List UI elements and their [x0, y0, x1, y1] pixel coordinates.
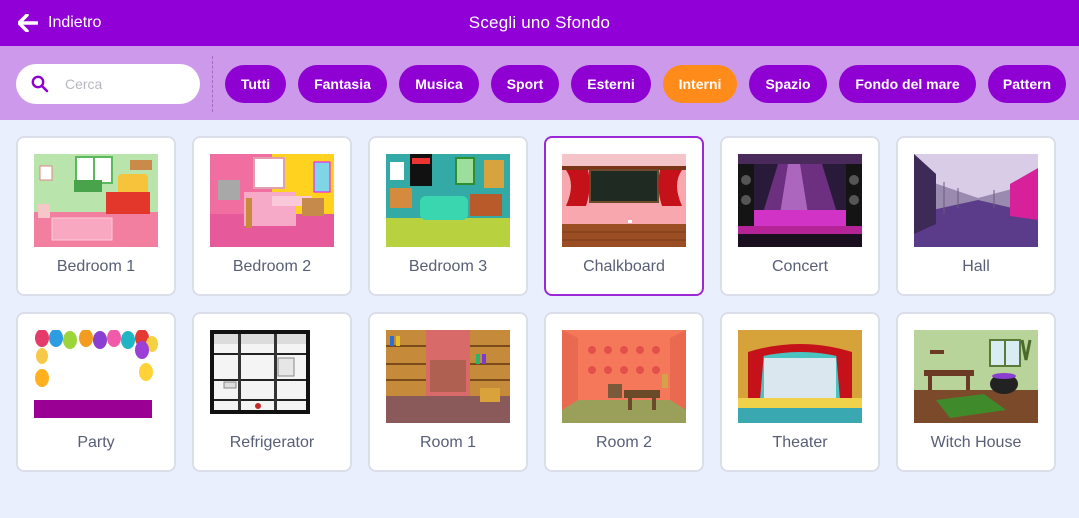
backdrop-name: Hall: [962, 258, 990, 275]
hall-thumbnail: [914, 154, 1038, 247]
tag-pattern[interactable]: Pattern: [988, 65, 1066, 103]
backdrop-card-bedroom-3[interactable]: Bedroom 3: [368, 136, 528, 296]
backdrop-name: Concert: [771, 258, 829, 275]
tag-musica[interactable]: Musica: [399, 65, 479, 103]
tag-esterni[interactable]: Esterni: [571, 65, 651, 103]
backdrop-card-bedroom-2[interactable]: Bedroom 2: [192, 136, 352, 296]
backdrop-card-bedroom-1[interactable]: Bedroom 1: [16, 136, 176, 296]
room-2-thumbnail: [562, 330, 686, 423]
backdrop-name: Bedroom 3: [408, 258, 488, 275]
refrigerator-thumbnail: [210, 330, 334, 423]
bedroom-3-thumbnail: [386, 154, 510, 247]
tag-tutti[interactable]: Tutti: [225, 65, 286, 103]
backdrop-name: Refrigerator: [229, 434, 315, 451]
backdrop-name: Party: [77, 434, 115, 451]
backdrop-card-party[interactable]: Party: [16, 312, 176, 472]
witch-house-thumbnail: [914, 330, 1038, 423]
backdrop-card-room-2[interactable]: Room 2: [544, 312, 704, 472]
backdrop-name: Chalkboard: [583, 258, 665, 275]
theater-thumbnail: [738, 330, 862, 423]
bedroom-2-thumbnail: [210, 154, 334, 247]
backdrop-card-chalkboard[interactable]: Chalkboard: [544, 136, 704, 296]
backdrop-card-theater[interactable]: Theater: [720, 312, 880, 472]
room-1-thumbnail: [386, 330, 510, 423]
backdrop-name: Room 2: [595, 434, 653, 451]
backdrop-name: Room 1: [419, 434, 477, 451]
backdrop-name: Bedroom 2: [232, 258, 312, 275]
backdrop-name: Witch House: [930, 434, 1022, 451]
bedroom-1-thumbnail: [34, 154, 158, 247]
backdrop-card-room-1[interactable]: Room 1: [368, 312, 528, 472]
backdrop-card-refrigerator[interactable]: Refrigerator: [192, 312, 352, 472]
backdrop-card-concert[interactable]: Concert: [720, 136, 880, 296]
tag-sport[interactable]: Sport: [491, 65, 559, 103]
search-box[interactable]: [16, 64, 200, 104]
party-thumbnail: [34, 330, 158, 423]
backdrop-name: Theater: [772, 434, 828, 451]
backdrop-card-hall[interactable]: Hall: [896, 136, 1056, 296]
modal-title: Scegli uno Sfondo: [468, 13, 611, 32]
tag-fondo-del-mare[interactable]: Fondo del mare: [839, 65, 976, 103]
concert-thumbnail: [738, 154, 862, 247]
tag-spazio[interactable]: Spazio: [749, 65, 827, 103]
tag-interni[interactable]: Interni: [663, 65, 737, 103]
modal-header: Indietro Scegli uno Sfondo: [0, 0, 1079, 46]
tag-fantasia[interactable]: Fantasia: [298, 65, 387, 103]
backdrop-name: Bedroom 1: [56, 258, 136, 275]
filter-bar: Tutti Fantasia Musica Sport Esterni Inte…: [0, 46, 1079, 120]
search-input[interactable]: [65, 76, 185, 92]
filter-divider: [212, 56, 213, 112]
backdrop-card-witch-house[interactable]: Witch House: [896, 312, 1056, 472]
chalkboard-thumbnail: [562, 154, 686, 247]
search-icon: [31, 75, 49, 93]
